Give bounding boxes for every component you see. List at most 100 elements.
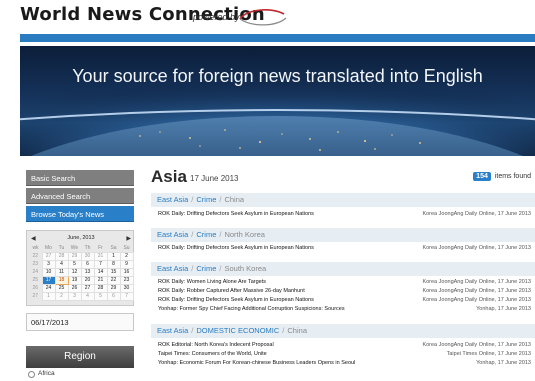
calendar-day[interactable]: 13 <box>80 268 95 277</box>
calendar-month-title: June, 2013 <box>67 235 95 241</box>
calendar-day[interactable]: 1 <box>106 252 121 261</box>
calendar-day[interactable]: 4 <box>54 260 69 269</box>
calendar-day[interactable]: 29 <box>67 252 82 261</box>
calendar-day[interactable]: 6 <box>80 260 95 269</box>
calendar-day[interactable]: 15 <box>106 268 121 277</box>
breadcrumb-topic-link[interactable]: Crime <box>196 195 216 204</box>
calendar-day[interactable]: 27 <box>80 284 95 293</box>
news-row[interactable]: ROK Daily: Robber Captured After Massive… <box>151 287 535 296</box>
calendar-day[interactable]: 2 <box>54 292 69 301</box>
calendar-day[interactable]: 23 <box>119 276 134 285</box>
calendar-day[interactable]: 16 <box>119 268 134 277</box>
breadcrumb-topic-link[interactable]: DOMESTIC ECONOMIC <box>196 326 279 335</box>
calendar-day[interactable]: 29 <box>106 284 121 293</box>
calendar-day[interactable]: 1 <box>41 292 56 301</box>
calendar-day[interactable]: 14 <box>93 268 108 277</box>
calendar-grid: wk Mo Tu We Th Fr Sa Su 22 27 28 29 30 31 1 2 23 3 4 5 6 7 8 9 2… <box>29 245 134 301</box>
calendar-day[interactable]: 31 <box>93 252 108 261</box>
calendar-day[interactable]: 19 <box>67 276 82 285</box>
news-row[interactable]: ROK Daily: Drifting Defectors Seek Asylu… <box>151 296 535 305</box>
calendar-next-icon[interactable]: ▶ <box>126 235 131 242</box>
news-headline-link[interactable]: Yonhap: Former Spy Chief Facing Addition… <box>158 306 345 312</box>
calendar-day[interactable]: 26 <box>67 284 82 293</box>
calendar-day[interactable]: 3 <box>67 292 82 301</box>
region-option-africa[interactable]: Africa <box>26 370 134 381</box>
news-source: Korea JoongAng Daily Online, 17 June 201… <box>422 297 531 303</box>
news-source: Korea JoongAng Daily Online, 17 June 201… <box>422 245 531 251</box>
calendar-day[interactable]: 10 <box>41 268 56 277</box>
calendar-dow: Mo <box>45 245 52 251</box>
calendar-day[interactable]: 2 <box>119 252 134 261</box>
calendar-day[interactable]: 28 <box>54 252 69 261</box>
calendar-day[interactable]: 17 <box>41 276 56 285</box>
calendar-day[interactable]: 18 <box>54 276 69 285</box>
news-headline-link[interactable]: ROK Daily: Robber Captured After Massive… <box>158 288 305 294</box>
news-source: Yonhap, 17 June 2013 <box>476 306 531 312</box>
calendar-week-number: 24 <box>32 269 39 275</box>
news-source: Korea JoongAng Daily Online, 17 June 201… <box>422 288 531 294</box>
calendar-day[interactable]: 12 <box>67 268 82 277</box>
calendar-week-number: 25 <box>32 277 39 283</box>
breadcrumb-separator: / <box>191 264 194 273</box>
calendar-day[interactable]: 8 <box>106 260 121 269</box>
calendar-day[interactable]: 5 <box>67 260 82 269</box>
nav-basic-search[interactable]: Basic Search <box>26 170 134 186</box>
news-headline-link[interactable]: Yonhap: Economic Forum For Korean-chines… <box>158 360 355 366</box>
breadcrumb-region-link[interactable]: East Asia <box>157 264 188 273</box>
radio-icon[interactable] <box>28 371 35 378</box>
news-source: Korea JoongAng Daily Online, 17 June 201… <box>422 279 531 285</box>
news-row[interactable]: Yonhap: Former Spy Chief Facing Addition… <box>151 305 535 314</box>
calendar-day[interactable]: 25 <box>54 284 69 293</box>
breadcrumb-region-link[interactable]: East Asia <box>157 326 188 335</box>
news-headline-link[interactable]: ROK Daily: Women Living Alone Are Target… <box>158 279 266 285</box>
calendar-dow: Tu <box>58 245 65 251</box>
breadcrumb-topic-link[interactable]: Crime <box>196 264 216 273</box>
breadcrumb-topic-link[interactable]: Crime <box>196 230 216 239</box>
calendar-day[interactable]: 5 <box>93 292 108 301</box>
calendar-day[interactable]: 27 <box>41 252 56 261</box>
calendar-day[interactable]: 9 <box>119 260 134 269</box>
calendar-day[interactable]: 28 <box>93 284 108 293</box>
breadcrumb-separator: / <box>191 230 194 239</box>
breadcrumb-separator: / <box>191 195 194 204</box>
count-badge: 154 <box>473 172 491 181</box>
powered-by-label: powered by <box>193 12 240 22</box>
calendar-day[interactable]: 4 <box>80 292 95 301</box>
news-headline-link[interactable]: ROK Daily: Drifting Defectors Seek Asylu… <box>158 297 314 303</box>
calendar-week-number: 27 <box>32 293 39 299</box>
news-headline-link[interactable]: ROK Editorial: North Korea's Indecent Pr… <box>158 342 274 348</box>
news-headline-link[interactable]: Taipei Times: Consumers of the World, Un… <box>158 351 267 357</box>
news-row[interactable]: ROK Daily: Drifting Defectors Seek Asylu… <box>151 210 535 219</box>
calendar-header: ◀ June, 2013 ▶ <box>29 235 133 244</box>
breadcrumb-region-link[interactable]: East Asia <box>157 230 188 239</box>
calendar-day[interactable]: 20 <box>80 276 95 285</box>
calendar-day[interactable]: 30 <box>80 252 95 261</box>
news-row[interactable]: ROK Daily: Drifting Defectors Seek Asylu… <box>151 244 535 253</box>
news-row[interactable]: Taipei Times: Consumers of the World, Un… <box>151 350 535 359</box>
breadcrumb-separator: / <box>219 264 222 273</box>
nav-browse-todays-news[interactable]: Browse Today's News <box>26 206 134 222</box>
hero-banner: Your source for foreign news translated … <box>20 46 535 156</box>
news-row[interactable]: Yonhap: Economic Forum For Korean-chines… <box>151 359 535 368</box>
breadcrumb-region-link[interactable]: East Asia <box>157 195 188 204</box>
section-header: East Asia / Crime / China <box>151 193 535 207</box>
calendar-day[interactable]: 11 <box>54 268 69 277</box>
calendar-day[interactable]: 7 <box>93 260 108 269</box>
calendar-day[interactable]: 24 <box>41 284 56 293</box>
calendar-dow: Sa <box>110 245 117 251</box>
calendar-day[interactable]: 21 <box>93 276 108 285</box>
news-row[interactable]: ROK Editorial: North Korea's Indecent Pr… <box>151 341 535 350</box>
news-headline-link[interactable]: ROK Daily: Drifting Defectors Seek Asylu… <box>158 245 314 251</box>
calendar-day[interactable]: 6 <box>106 292 121 301</box>
calendar-day[interactable]: 30 <box>119 284 134 293</box>
nav-advanced-search[interactable]: Advanced Search <box>26 188 134 204</box>
header-accent-bar <box>20 34 535 42</box>
calendar-day[interactable]: 3 <box>41 260 56 269</box>
date-input[interactable]: 06/17/2013 <box>26 313 134 331</box>
news-headline-link[interactable]: ROK Daily: Drifting Defectors Seek Asylu… <box>158 211 314 217</box>
calendar-day[interactable]: 7 <box>119 292 134 301</box>
calendar-day[interactable]: 22 <box>106 276 121 285</box>
east-view-logo[interactable] <box>234 0 292 28</box>
news-row[interactable]: ROK Daily: Women Living Alone Are Target… <box>151 278 535 287</box>
calendar-dow: Th <box>84 245 91 251</box>
